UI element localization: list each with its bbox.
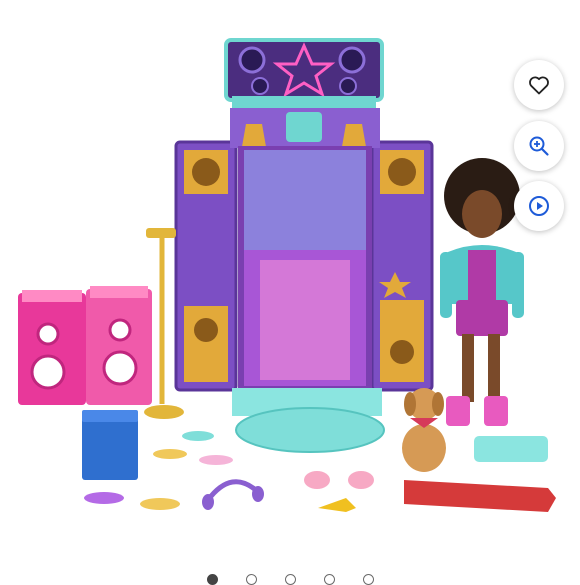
heart-icon [529,76,549,95]
stage-sign [224,38,384,110]
favorite-button[interactable] [514,60,564,110]
sparkle-panel [238,146,372,390]
play-video-button[interactable] [514,181,564,231]
zoom-button[interactable] [514,121,564,171]
doll-figure [440,158,524,426]
product-image[interactable] [0,0,580,580]
product-image-viewer [0,0,580,585]
carousel-dots [0,574,580,585]
blue-mailbox [82,410,138,480]
zoom-in-icon [529,136,549,156]
dog-figure [402,388,446,472]
stage-base [232,388,385,453]
pink-speakers [18,286,152,405]
play-icon [529,196,549,216]
